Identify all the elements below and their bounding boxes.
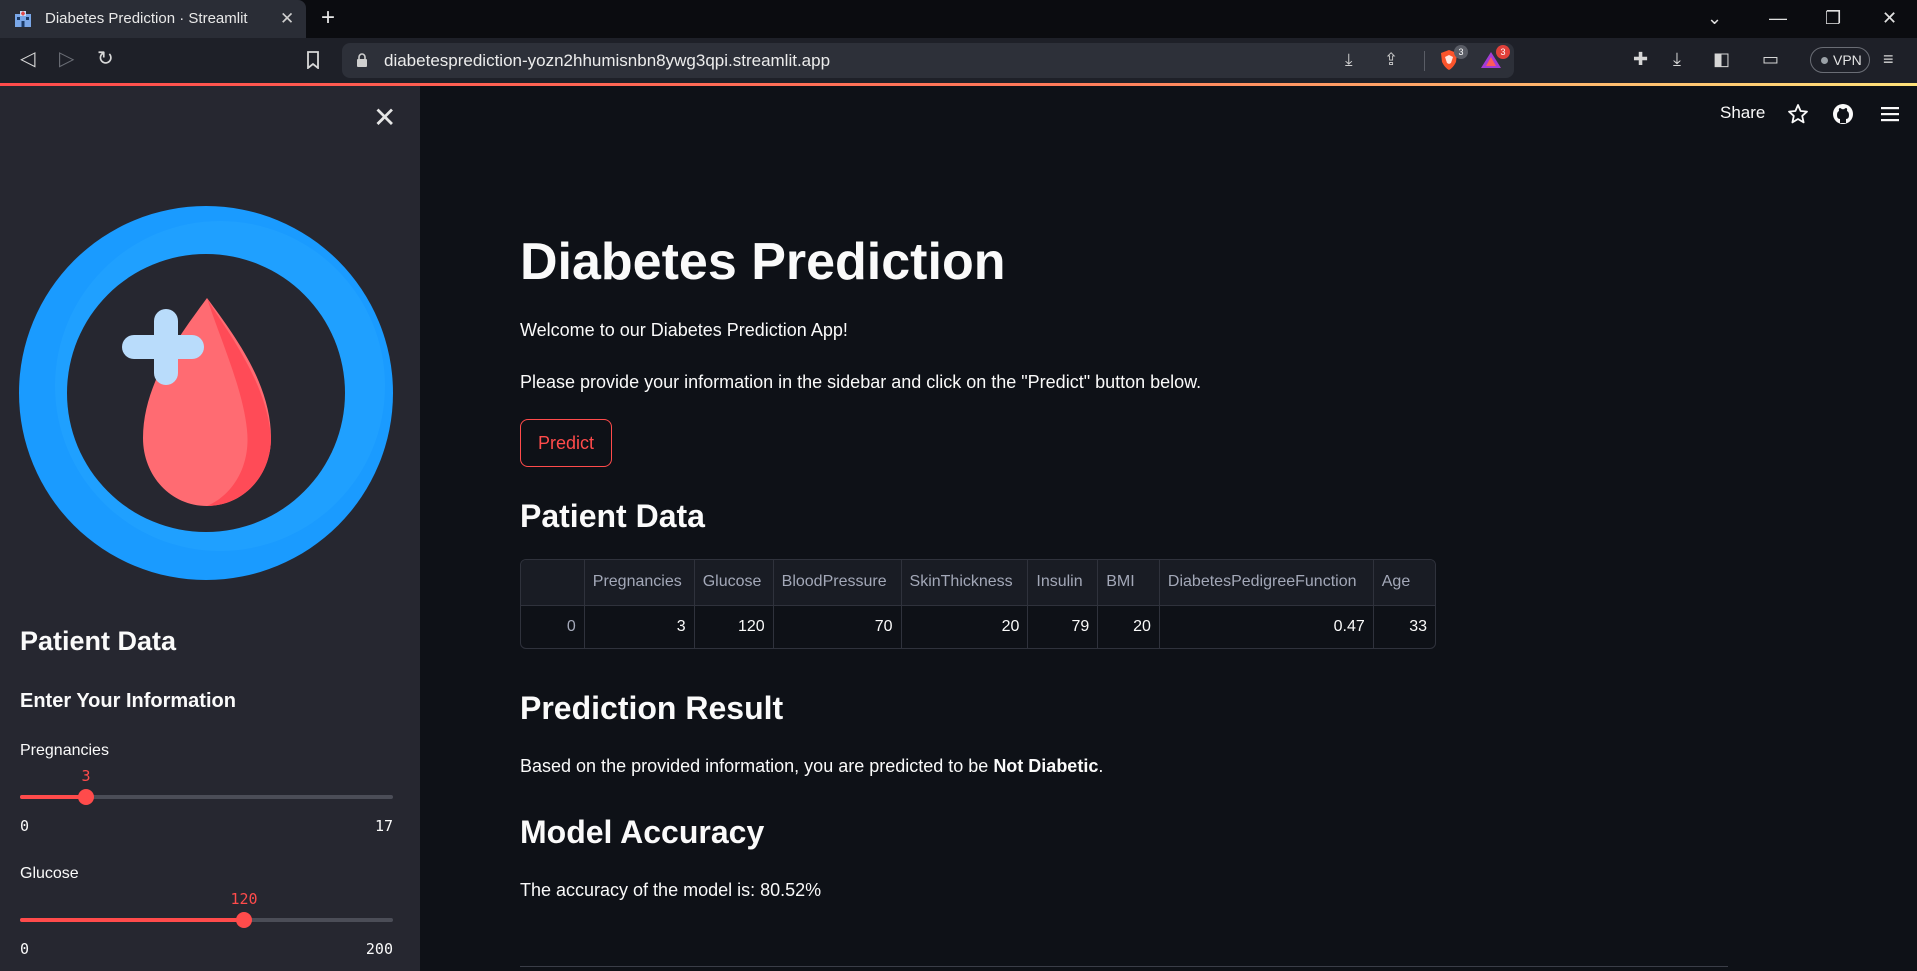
table-cell: 20 — [1097, 605, 1160, 648]
github-icon[interactable] — [1832, 103, 1854, 125]
model-accuracy-heading: Model Accuracy — [520, 814, 765, 850]
share-button[interactable]: Share — [1720, 103, 1765, 123]
new-tab-button[interactable]: + — [321, 6, 335, 30]
glucose-slider-value: 120 — [230, 890, 258, 908]
result-suffix: . — [1098, 756, 1104, 776]
section-divider — [520, 966, 1728, 967]
extensions-puzzle-icon[interactable]: ✚ — [1633, 49, 1648, 69]
table-cell: 3 — [584, 605, 695, 648]
glucose-slider[interactable] — [20, 912, 393, 928]
hamburger-menu-icon[interactable] — [1879, 103, 1901, 125]
column-header[interactable] — [521, 560, 585, 606]
pregnancies-slider-thumb[interactable] — [78, 789, 94, 805]
sidebar-heading: Patient Data — [20, 626, 177, 656]
column-header[interactable]: Age — [1373, 560, 1435, 606]
predict-button[interactable]: Predict — [520, 419, 612, 467]
glucose-slider-fill — [20, 918, 244, 922]
tab-search-chevron-icon[interactable]: ⌄ — [1707, 6, 1722, 30]
pregnancies-slider-fill — [20, 795, 86, 799]
browser-menu-icon[interactable]: ≡ — [1883, 49, 1894, 69]
prediction-result-heading: Prediction Result — [520, 690, 784, 726]
brave-shields-icon[interactable]: 3 — [1438, 45, 1468, 71]
vpn-label: VPN — [1833, 52, 1862, 68]
table-cell: 79 — [1027, 605, 1099, 648]
patient-data-heading: Patient Data — [520, 498, 705, 534]
reload-icon[interactable]: ↻ — [97, 48, 114, 70]
pregnancies-slider-label: Pregnancies — [20, 742, 109, 759]
column-header[interactable]: Pregnancies — [584, 560, 695, 606]
brave-rewards-icon[interactable]: 3 — [1480, 45, 1510, 71]
pregnancies-slider[interactable] — [20, 789, 393, 805]
table-header-row: Pregnancies Glucose BloodPressure SkinThick… — [521, 560, 1435, 606]
column-header[interactable]: SkinThickness — [901, 560, 1029, 606]
tab-close-icon[interactable]: ✕ — [280, 10, 294, 27]
sidebar-close-icon[interactable]: ✕ — [373, 104, 396, 132]
browser-toolbar: ◁ ▷ ↻ diabetesprediction-yozn2hhumisnbn8… — [0, 38, 1917, 83]
pregnancies-slider-min: 0 — [20, 817, 30, 835]
column-header[interactable]: Insulin — [1027, 560, 1099, 606]
sidebar: ✕ Patient Data Enter Your Information Pr… — [0, 86, 420, 971]
close-window-icon[interactable]: ✕ — [1882, 6, 1897, 30]
glucose-slider-thumb[interactable] — [236, 912, 252, 928]
sidebar-subheading: Enter Your Information — [20, 690, 236, 712]
result-value: Not Diabetic — [993, 756, 1099, 776]
column-header[interactable]: Glucose — [694, 560, 774, 606]
glucose-slider-max: 200 — [365, 940, 393, 958]
blood-drop-logo — [19, 206, 393, 580]
page-title: Diabetes Prediction — [520, 233, 1006, 291]
patient-data-table[interactable]: Pregnancies Glucose BloodPressure SkinThick… — [520, 559, 1436, 649]
browser-tab-strip: Diabetes Prediction · Streamlit ✕ + ⌄ — … — [0, 0, 1917, 38]
prediction-result-text: Based on the provided information, you a… — [520, 756, 1103, 777]
share-page-icon[interactable]: ⇪ — [1384, 51, 1398, 69]
glucose-slider-min: 0 — [20, 940, 30, 958]
main-content: Share Diabetes Prediction Welcome to our… — [420, 86, 1917, 971]
vpn-button[interactable]: VPN — [1810, 47, 1870, 73]
pregnancies-slider-value: 3 — [81, 767, 91, 785]
wallet-icon[interactable]: ▭ — [1762, 49, 1779, 69]
address-divider — [1424, 51, 1425, 71]
table-cell: 20 — [901, 605, 1029, 648]
column-header[interactable]: DiabetesPedigreeFunction — [1159, 560, 1374, 606]
address-bar[interactable]: diabetesprediction-yozn2hhumisnbn8ywg3qp… — [342, 43, 1514, 78]
downloads-icon[interactable]: ⤓ — [1673, 49, 1681, 69]
pregnancies-slider-max: 17 — [374, 817, 393, 835]
rewards-badge: 3 — [1496, 45, 1510, 59]
result-prefix: Based on the provided information, you a… — [520, 756, 994, 776]
sidebar-toggle-icon[interactable]: ◧ — [1713, 49, 1730, 69]
instructions-text: Please provide your information in the s… — [520, 372, 1202, 392]
install-app-icon[interactable]: ⤓ — [1345, 51, 1353, 69]
tab-title: Diabetes Prediction · Streamlit — [45, 10, 248, 27]
welcome-text: Welcome to our Diabetes Prediction App! — [520, 320, 848, 340]
bookmark-icon[interactable] — [306, 51, 320, 69]
browser-tab[interactable]: Diabetes Prediction · Streamlit ✕ — [0, 0, 306, 38]
back-icon[interactable]: ◁ — [20, 48, 35, 70]
url-text: diabetesprediction-yozn2hhumisnbn8ywg3qp… — [384, 51, 831, 70]
minimize-icon[interactable]: — — [1769, 6, 1787, 30]
table-row[interactable]: 0 3 120 70 20 79 20 0.47 33 — [521, 605, 1435, 648]
table-cell: 70 — [773, 605, 902, 648]
shields-badge: 3 — [1454, 45, 1468, 59]
star-icon[interactable] — [1787, 103, 1809, 125]
table-body: 0 3 120 70 20 79 20 0.47 33 — [521, 605, 1435, 648]
glucose-slider-label: Glucose — [20, 865, 79, 882]
table-cell: 0.47 — [1159, 605, 1374, 648]
model-accuracy-text: The accuracy of the model is: 80.52% — [520, 880, 822, 900]
column-header[interactable]: BMI — [1097, 560, 1160, 606]
restore-icon[interactable]: ❐ — [1825, 6, 1841, 30]
lock-icon — [357, 53, 367, 67]
table-cell: 33 — [1409, 617, 1427, 635]
row-index-cell: 0 — [521, 605, 585, 648]
column-header[interactable]: BloodPressure — [773, 560, 902, 606]
hospital-favicon-icon — [15, 11, 31, 27]
forward-icon[interactable]: ▷ — [59, 48, 74, 70]
table-cell: 120 — [694, 605, 774, 648]
